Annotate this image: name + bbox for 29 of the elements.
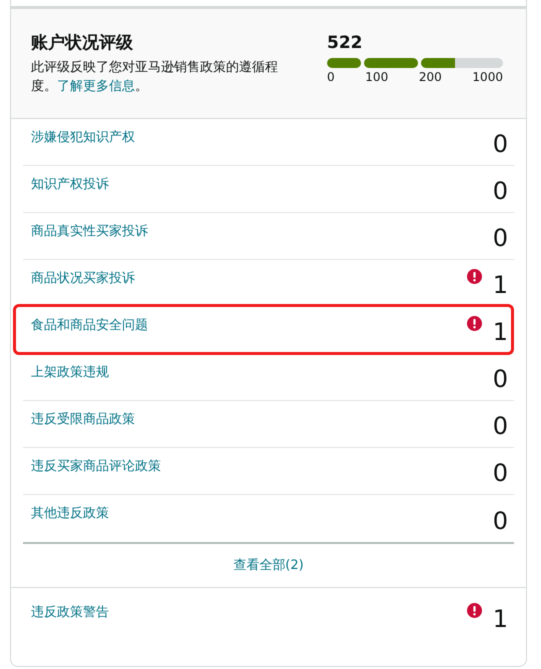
tick-label: 0 [327, 69, 335, 85]
count-value: 0 [492, 176, 508, 207]
description: 此评级反映了您对亚马逊销售政策的遵循程度。了解更多信息。 [31, 59, 279, 96]
policy-link[interactable]: 商品状况买家投诉 [31, 268, 467, 288]
section-title: 账户状况评级 [31, 32, 134, 55]
learn-more-link[interactable]: 了解更多信息 [57, 79, 135, 94]
policy-link[interactable]: 违反政策警告 [31, 602, 467, 622]
policy-link[interactable]: 商品真实性买家投诉 [31, 222, 482, 242]
policy-link[interactable]: 食品和商品安全问题 [31, 316, 467, 336]
count-value: 0 [492, 223, 508, 254]
tick-label: 100 [365, 69, 388, 85]
tick-label: 200 [418, 69, 442, 85]
count-value: 1 [492, 270, 508, 301]
policy-link[interactable]: 涉嫌侵犯知识产权 [31, 128, 482, 148]
count-value: 0 [492, 506, 508, 536]
policy-link[interactable]: 违反买家商品评论政策 [31, 456, 482, 476]
view-all-link[interactable]: 查看全部(2) [233, 556, 304, 576]
count-value: 0 [492, 364, 508, 395]
count-value: 0 [492, 458, 508, 489]
count-value: 0 [492, 411, 508, 442]
policy-link[interactable]: 知识产权投诉 [31, 174, 482, 194]
policy-link[interactable]: 上架政策违规 [31, 362, 482, 382]
count-value: 1 [492, 604, 508, 635]
policy-link[interactable]: 其他违反政策 [31, 504, 482, 524]
score-value: 522 [327, 32, 364, 55]
count-value: 1 [492, 317, 508, 348]
tick-label: 1000 [472, 69, 503, 85]
policy-link[interactable]: 违反受限商品政策 [31, 410, 482, 430]
count-value: 0 [492, 129, 508, 160]
